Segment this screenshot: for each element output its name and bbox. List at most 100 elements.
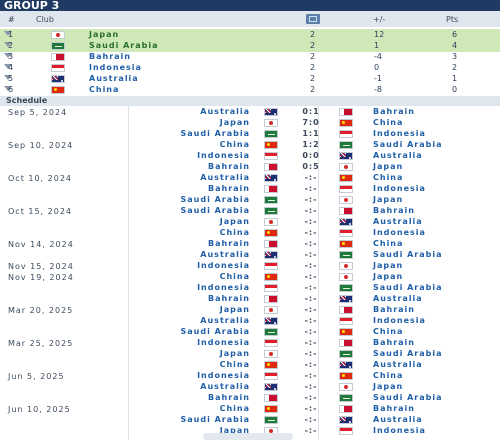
away-team-link[interactable]: Australia <box>373 294 423 304</box>
match-score[interactable]: -:- <box>294 184 328 194</box>
match-row[interactable]: Japan 7:0 China <box>0 118 500 129</box>
home-team-link[interactable]: Bahrain <box>208 393 250 403</box>
match-score[interactable]: -:- <box>294 415 328 425</box>
away-team-link[interactable]: Australia <box>373 217 423 227</box>
away-team-link[interactable]: Indonesia <box>373 426 426 436</box>
match-score[interactable]: 7:0 <box>294 118 328 128</box>
away-team-link[interactable]: Saudi Arabia <box>373 140 443 150</box>
away-team-link[interactable]: Japan <box>373 261 403 271</box>
match-row[interactable]: Bahrain -:- Australia <box>0 294 500 305</box>
match-row[interactable]: Bahrain -:- Saudi Arabia <box>0 393 500 404</box>
match-score[interactable]: -:- <box>294 382 328 392</box>
match-score[interactable]: -:- <box>294 239 328 249</box>
match-row[interactable]: Indonesia 0:0 Australia <box>0 151 500 162</box>
away-team-link[interactable]: Japan <box>373 195 403 205</box>
away-team-link[interactable]: China <box>373 371 403 381</box>
match-row[interactable]: Jun 10, 2025 China -:- Bahrain <box>0 404 500 415</box>
home-team-link[interactable]: Australia <box>200 173 250 183</box>
match-row[interactable]: China -:- Australia <box>0 360 500 371</box>
home-team-link[interactable]: Saudi Arabia <box>180 195 250 205</box>
match-row[interactable]: Nov 15, 2024 Indonesia -:- Japan <box>0 261 500 272</box>
team-link[interactable]: China <box>89 85 119 95</box>
match-row[interactable]: Indonesia -:- Saudi Arabia <box>0 283 500 294</box>
match-score[interactable]: -:- <box>294 338 328 348</box>
away-team-link[interactable]: Japan <box>373 162 403 172</box>
match-row[interactable]: Sep 10, 2024 China 1:2 Saudi Arabia <box>0 140 500 151</box>
match-score[interactable]: -:- <box>294 327 328 337</box>
pitch-icon[interactable] <box>306 14 320 24</box>
away-team-link[interactable]: Bahrain <box>373 305 415 315</box>
match-score[interactable]: -:- <box>294 195 328 205</box>
home-team-link[interactable]: Indonesia <box>197 151 250 161</box>
match-score[interactable]: -:- <box>294 349 328 359</box>
away-team-link[interactable]: Australia <box>373 151 423 161</box>
match-score[interactable]: 1:2 <box>294 140 328 150</box>
away-team-link[interactable]: Indonesia <box>373 316 426 326</box>
match-row[interactable]: Nov 19, 2024 China -:- Japan <box>0 272 500 283</box>
home-team-link[interactable]: Australia <box>200 107 250 117</box>
away-team-link[interactable]: Indonesia <box>373 228 426 238</box>
match-score[interactable]: -:- <box>294 228 328 238</box>
match-score[interactable]: -:- <box>294 283 328 293</box>
home-team-link[interactable]: Australia <box>200 382 250 392</box>
match-score[interactable]: -:- <box>294 173 328 183</box>
match-score[interactable]: -:- <box>294 360 328 370</box>
match-row[interactable]: Saudi Arabia -:- Japan <box>0 195 500 206</box>
away-team-link[interactable]: Bahrain <box>373 107 415 117</box>
header-goal-diff[interactable]: +/- <box>373 15 385 24</box>
away-team-link[interactable]: China <box>373 173 403 183</box>
header-club[interactable]: Club <box>36 15 54 24</box>
match-score[interactable]: -:- <box>294 371 328 381</box>
match-score[interactable]: 0:1 <box>294 107 328 117</box>
home-team-link[interactable]: Indonesia <box>197 261 250 271</box>
home-team-link[interactable]: China <box>220 404 250 414</box>
match-row[interactable]: Australia -:- Indonesia <box>0 316 500 327</box>
home-team-link[interactable]: Bahrain <box>208 162 250 172</box>
away-team-link[interactable]: Indonesia <box>373 129 426 139</box>
match-row[interactable]: Mar 20, 2025 Japan -:- Bahrain <box>0 305 500 316</box>
home-team-link[interactable]: Saudi Arabia <box>180 129 250 139</box>
away-team-link[interactable]: Japan <box>373 382 403 392</box>
home-team-link[interactable]: Indonesia <box>197 371 250 381</box>
match-score[interactable]: -:- <box>294 404 328 414</box>
away-team-link[interactable]: Bahrain <box>373 338 415 348</box>
match-row[interactable]: Oct 15, 2024 Saudi Arabia -:- Bahrain <box>0 206 500 217</box>
home-team-link[interactable]: Indonesia <box>197 338 250 348</box>
away-team-link[interactable]: China <box>373 239 403 249</box>
team-link[interactable]: Bahrain <box>89 52 131 62</box>
away-team-link[interactable]: Bahrain <box>373 206 415 216</box>
match-row[interactable]: Jun 5, 2025 Indonesia -:- China <box>0 371 500 382</box>
match-row[interactable]: Australia -:- Saudi Arabia <box>0 250 500 261</box>
away-team-link[interactable]: China <box>373 118 403 128</box>
home-team-link[interactable]: Japan <box>220 118 250 128</box>
home-team-link[interactable]: Bahrain <box>208 184 250 194</box>
away-team-link[interactable]: Australia <box>373 360 423 370</box>
match-row[interactable]: Mar 25, 2025 Indonesia -:- Bahrain <box>0 338 500 349</box>
home-team-link[interactable]: China <box>220 360 250 370</box>
away-team-link[interactable]: Bahrain <box>373 404 415 414</box>
match-row[interactable]: China -:- Indonesia <box>0 228 500 239</box>
match-row[interactable]: Bahrain 0:5 Japan <box>0 162 500 173</box>
match-row[interactable]: Japan -:- Saudi Arabia <box>0 349 500 360</box>
home-team-link[interactable]: China <box>220 272 250 282</box>
match-score[interactable]: -:- <box>294 393 328 403</box>
home-team-link[interactable]: Japan <box>220 305 250 315</box>
match-score[interactable]: -:- <box>294 272 328 282</box>
away-team-link[interactable]: Japan <box>373 272 403 282</box>
home-team-link[interactable]: Indonesia <box>197 283 250 293</box>
away-team-link[interactable]: Saudi Arabia <box>373 349 443 359</box>
team-link[interactable]: Saudi Arabia <box>89 41 159 51</box>
match-score[interactable]: -:- <box>294 316 328 326</box>
home-team-link[interactable]: Saudi Arabia <box>180 327 250 337</box>
home-team-link[interactable]: Australia <box>200 316 250 326</box>
away-team-link[interactable]: Indonesia <box>373 184 426 194</box>
match-row[interactable]: Japan -:- Australia <box>0 217 500 228</box>
home-team-link[interactable]: China <box>220 228 250 238</box>
match-score[interactable]: 1:1 <box>294 129 328 139</box>
match-score[interactable]: -:- <box>294 206 328 216</box>
home-team-link[interactable]: China <box>220 140 250 150</box>
home-team-link[interactable]: Japan <box>220 217 250 227</box>
match-row[interactable]: Saudi Arabia -:- China <box>0 327 500 338</box>
match-row[interactable]: Saudi Arabia 1:1 Indonesia <box>0 129 500 140</box>
match-score[interactable]: -:- <box>294 305 328 315</box>
